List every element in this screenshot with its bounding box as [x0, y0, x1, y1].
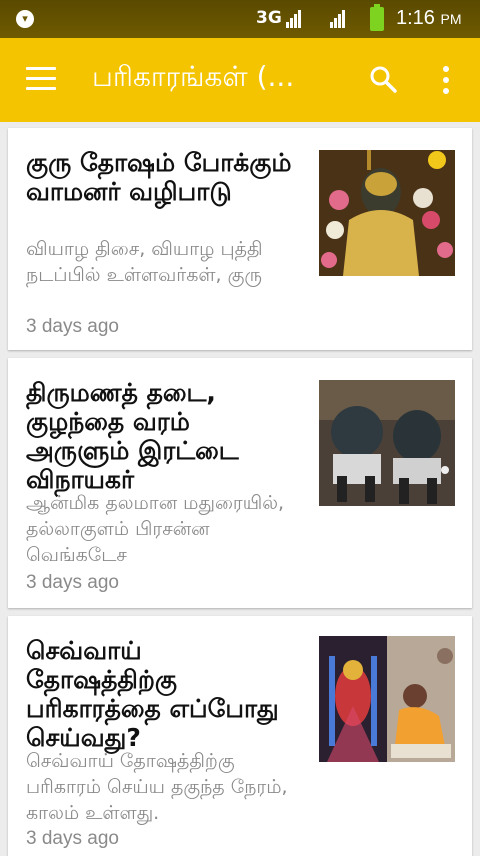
- article-thumbnail[interactable]: [319, 636, 455, 762]
- search-icon[interactable]: [368, 64, 398, 94]
- status-bar: ▾ 3G 1:16 PM: [0, 0, 480, 38]
- clock-time: 1:16: [396, 7, 435, 29]
- article-headline[interactable]: திருமணத் தடை, குழந்தை வரம் அருளும் இரட்ட…: [26, 378, 296, 494]
- notification-shield-icon: ▾: [16, 10, 34, 28]
- more-vert-icon[interactable]: [436, 64, 456, 96]
- article-card[interactable]: குரு தோஷம் போக்கும் வாமனர் வழிபாடு வியாழ…: [8, 128, 472, 350]
- article-age: 3 days ago: [26, 828, 119, 849]
- app-bar: பரிகாரங்கள் (...: [0, 38, 480, 122]
- clock: 1:16 PM: [396, 7, 462, 30]
- article-age: 3 days ago: [26, 572, 119, 593]
- signal-strength-2-icon: [330, 10, 345, 28]
- article-age: 3 days ago: [26, 316, 119, 337]
- article-summary: செவ்வாய் தோஷத்திற்கு பரிகாரம் செய்ய தகுந…: [26, 750, 288, 824]
- article-summary: ஆன்மிக தலமான மதுரையில், தல்லாகுளம் பிரசன…: [26, 492, 285, 566]
- clock-ampm: PM: [440, 11, 462, 27]
- signal-strength-icon: [286, 10, 301, 28]
- article-headline[interactable]: குரு தோஷம் போக்கும் வாமனர் வழிபாடு: [26, 148, 296, 206]
- article-card[interactable]: செவ்வாய் தோஷத்திற்கு பரிகாரத்தை எப்போது …: [8, 616, 472, 856]
- article-card[interactable]: திருமணத் தடை, குழந்தை வரம் அருளும் இரட்ட…: [8, 358, 472, 608]
- article-summary: வியாழ திசை, வியாழ புத்தி நடப்பில் உள்ளவர…: [26, 238, 263, 286]
- page-title: பரிகாரங்கள் (...: [92, 60, 295, 93]
- article-headline[interactable]: செவ்வாய் தோஷத்திற்கு பரிகாரத்தை எப்போது …: [26, 636, 296, 752]
- battery-icon: [370, 4, 384, 31]
- menu-icon[interactable]: [26, 67, 56, 91]
- article-thumbnail[interactable]: [319, 150, 455, 276]
- article-thumbnail[interactable]: [319, 380, 455, 506]
- network-type-label: 3G: [256, 8, 282, 28]
